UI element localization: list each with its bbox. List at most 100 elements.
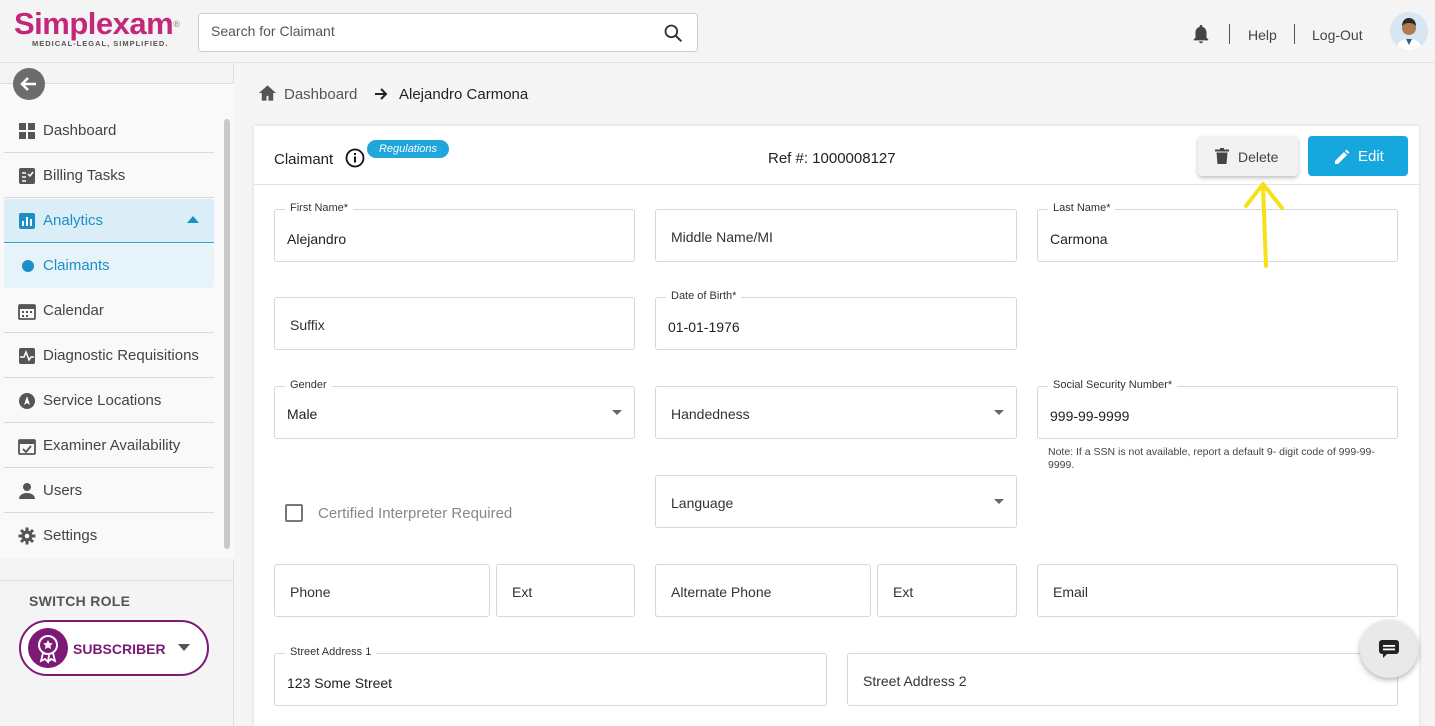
analytics-icon — [19, 213, 35, 229]
field-placeholder: Ext — [512, 584, 533, 600]
dropdown-arrow-icon — [994, 410, 1004, 415]
sidebar-item-label: Dashboard — [43, 122, 117, 139]
regulations-badge[interactable]: Regulations — [367, 140, 449, 158]
top-bar: Simplexam® MEDICAL-LEGAL, SIMPLIFIED. He… — [0, 0, 1435, 63]
delete-label: Delete — [1238, 149, 1279, 165]
street-address-2-field[interactable]: Street Address 2 — [847, 653, 1398, 706]
delete-button[interactable]: Delete — [1198, 136, 1298, 176]
user-avatar-icon — [1390, 12, 1428, 50]
field-value: Alejandro — [287, 231, 347, 247]
arrow-left-icon — [20, 77, 36, 91]
sidebar-item-label: Examiner Availability — [43, 437, 181, 454]
handedness-select[interactable]: Handedness — [655, 386, 1017, 439]
sidebar-item-calendar[interactable]: Calendar — [4, 289, 214, 333]
sidebar-item-dashboard[interactable]: Dashboard — [4, 109, 214, 153]
breadcrumb-current: Alejandro Carmona — [399, 86, 529, 103]
chat-button[interactable] — [1360, 620, 1418, 678]
field-label: Street Address 1 — [285, 646, 377, 658]
chevron-up-icon — [187, 216, 199, 223]
dropdown-arrow-icon — [612, 410, 622, 415]
sidebar: Dashboard Billing Tasks Analytics Claima… — [0, 63, 234, 726]
field-value: 01-01-1976 — [668, 319, 740, 335]
sidebar-item-label: Users — [43, 482, 83, 499]
field-placeholder: Suffix — [290, 317, 325, 333]
edit-label: Edit — [1358, 148, 1384, 165]
role-label: SUBSCRIBER — [73, 641, 166, 657]
home-icon[interactable] — [258, 84, 277, 102]
middle-name-field[interactable]: Middle Name/MI — [655, 209, 1017, 262]
help-link[interactable]: Help — [1248, 27, 1277, 57]
breadcrumb-dashboard-link[interactable]: Dashboard — [284, 86, 357, 103]
field-value: Carmona — [1050, 231, 1108, 247]
sidebar-item-billing-tasks[interactable]: Billing Tasks — [4, 154, 214, 198]
language-select[interactable]: Language — [655, 475, 1017, 528]
card-title: Claimant — [274, 151, 334, 168]
ssn-field[interactable]: Social Security Number* 999-99-9999 — [1037, 379, 1398, 439]
search-box — [198, 13, 698, 52]
app-logo[interactable]: Simplexam® MEDICAL-LEGAL, SIMPLIFIED. — [14, 8, 184, 53]
sidebar-item-analytics[interactable]: Analytics — [4, 199, 214, 243]
logo-tagline: MEDICAL-LEGAL, SIMPLIFIED. — [32, 39, 169, 48]
billing-icon — [19, 168, 35, 184]
card-header: Claimant Regulations Ref #: 1000008127 D… — [254, 126, 1419, 185]
sidebar-item-claimants[interactable]: Claimants — [4, 244, 214, 288]
sidebar-item-diagnostic-requisitions[interactable]: Diagnostic Requisitions — [4, 334, 214, 378]
logo-text: Simplexam — [14, 6, 174, 41]
search-input[interactable] — [211, 23, 651, 39]
phone-field[interactable]: Phone — [274, 564, 490, 617]
sidebar-item-examiner-availability[interactable]: Examiner Availability — [4, 424, 214, 468]
dropdown-arrow-icon — [994, 499, 1004, 504]
chat-icon — [1379, 640, 1399, 658]
street-address-1-field[interactable]: Street Address 1 123 Some Street — [274, 646, 827, 706]
bell-icon[interactable] — [1190, 23, 1212, 45]
calendar-check-icon — [18, 439, 36, 455]
suffix-field[interactable]: Suffix — [274, 297, 635, 350]
sidebar-item-label: Settings — [43, 527, 98, 544]
field-value: 123 Some Street — [287, 675, 393, 691]
alternate-ext-field[interactable]: Ext — [877, 564, 1017, 617]
annotation-arrow-icon — [1244, 182, 1284, 268]
interpreter-label[interactable]: Certified Interpreter Required — [318, 505, 512, 522]
dashboard-icon — [19, 123, 35, 139]
field-placeholder: Language — [671, 495, 734, 511]
trash-icon — [1215, 148, 1229, 164]
edit-button[interactable]: Edit — [1308, 136, 1408, 176]
calendar-icon — [18, 304, 36, 320]
info-icon[interactable] — [345, 148, 365, 168]
sidebar-item-label: Calendar — [43, 302, 104, 319]
sidebar-item-label: Diagnostic Requisitions — [43, 347, 199, 364]
sidebar-item-settings[interactable]: Settings — [4, 514, 214, 558]
location-icon — [19, 393, 35, 409]
nav-panel: Dashboard Billing Tasks Analytics Claima… — [0, 83, 234, 559]
interpreter-checkbox[interactable] — [285, 504, 303, 522]
dot-icon — [22, 260, 34, 272]
divider — [1229, 24, 1230, 44]
sidebar-item-label: Billing Tasks — [43, 167, 126, 184]
field-placeholder: Handedness — [671, 406, 750, 422]
first-name-field[interactable]: First Name* Alejandro — [274, 202, 635, 262]
search-icon[interactable] — [663, 23, 683, 43]
phone-ext-field[interactable]: Ext — [496, 564, 635, 617]
gender-select[interactable]: Gender Male — [274, 379, 635, 439]
gear-icon — [18, 527, 36, 545]
alternate-phone-field[interactable]: Alternate Phone — [655, 564, 871, 617]
role-switcher[interactable]: SUBSCRIBER — [19, 620, 209, 676]
last-name-field[interactable]: Last Name* Carmona — [1037, 202, 1398, 262]
collapse-sidebar-button[interactable] — [13, 68, 45, 100]
field-placeholder: Street Address 2 — [863, 673, 967, 689]
sidebar-item-users[interactable]: Users — [4, 469, 214, 513]
sidebar-item-service-locations[interactable]: Service Locations — [4, 379, 214, 423]
field-placeholder: Phone — [290, 584, 331, 600]
avatar[interactable] — [1390, 12, 1428, 50]
sidebar-scrollbar[interactable] — [224, 119, 230, 549]
email-field[interactable]: Email — [1037, 564, 1398, 617]
field-placeholder: Alternate Phone — [671, 584, 772, 600]
field-placeholder: Middle Name/MI — [671, 229, 773, 245]
award-icon — [28, 628, 68, 668]
logout-link[interactable]: Log-Out — [1312, 27, 1363, 57]
field-value: Male — [287, 406, 318, 422]
arrow-right-icon — [375, 88, 388, 100]
date-of-birth-field[interactable]: Date of Birth* 01-01-1976 — [655, 290, 1017, 350]
pulse-icon — [19, 348, 35, 364]
chevron-down-icon — [178, 644, 190, 651]
